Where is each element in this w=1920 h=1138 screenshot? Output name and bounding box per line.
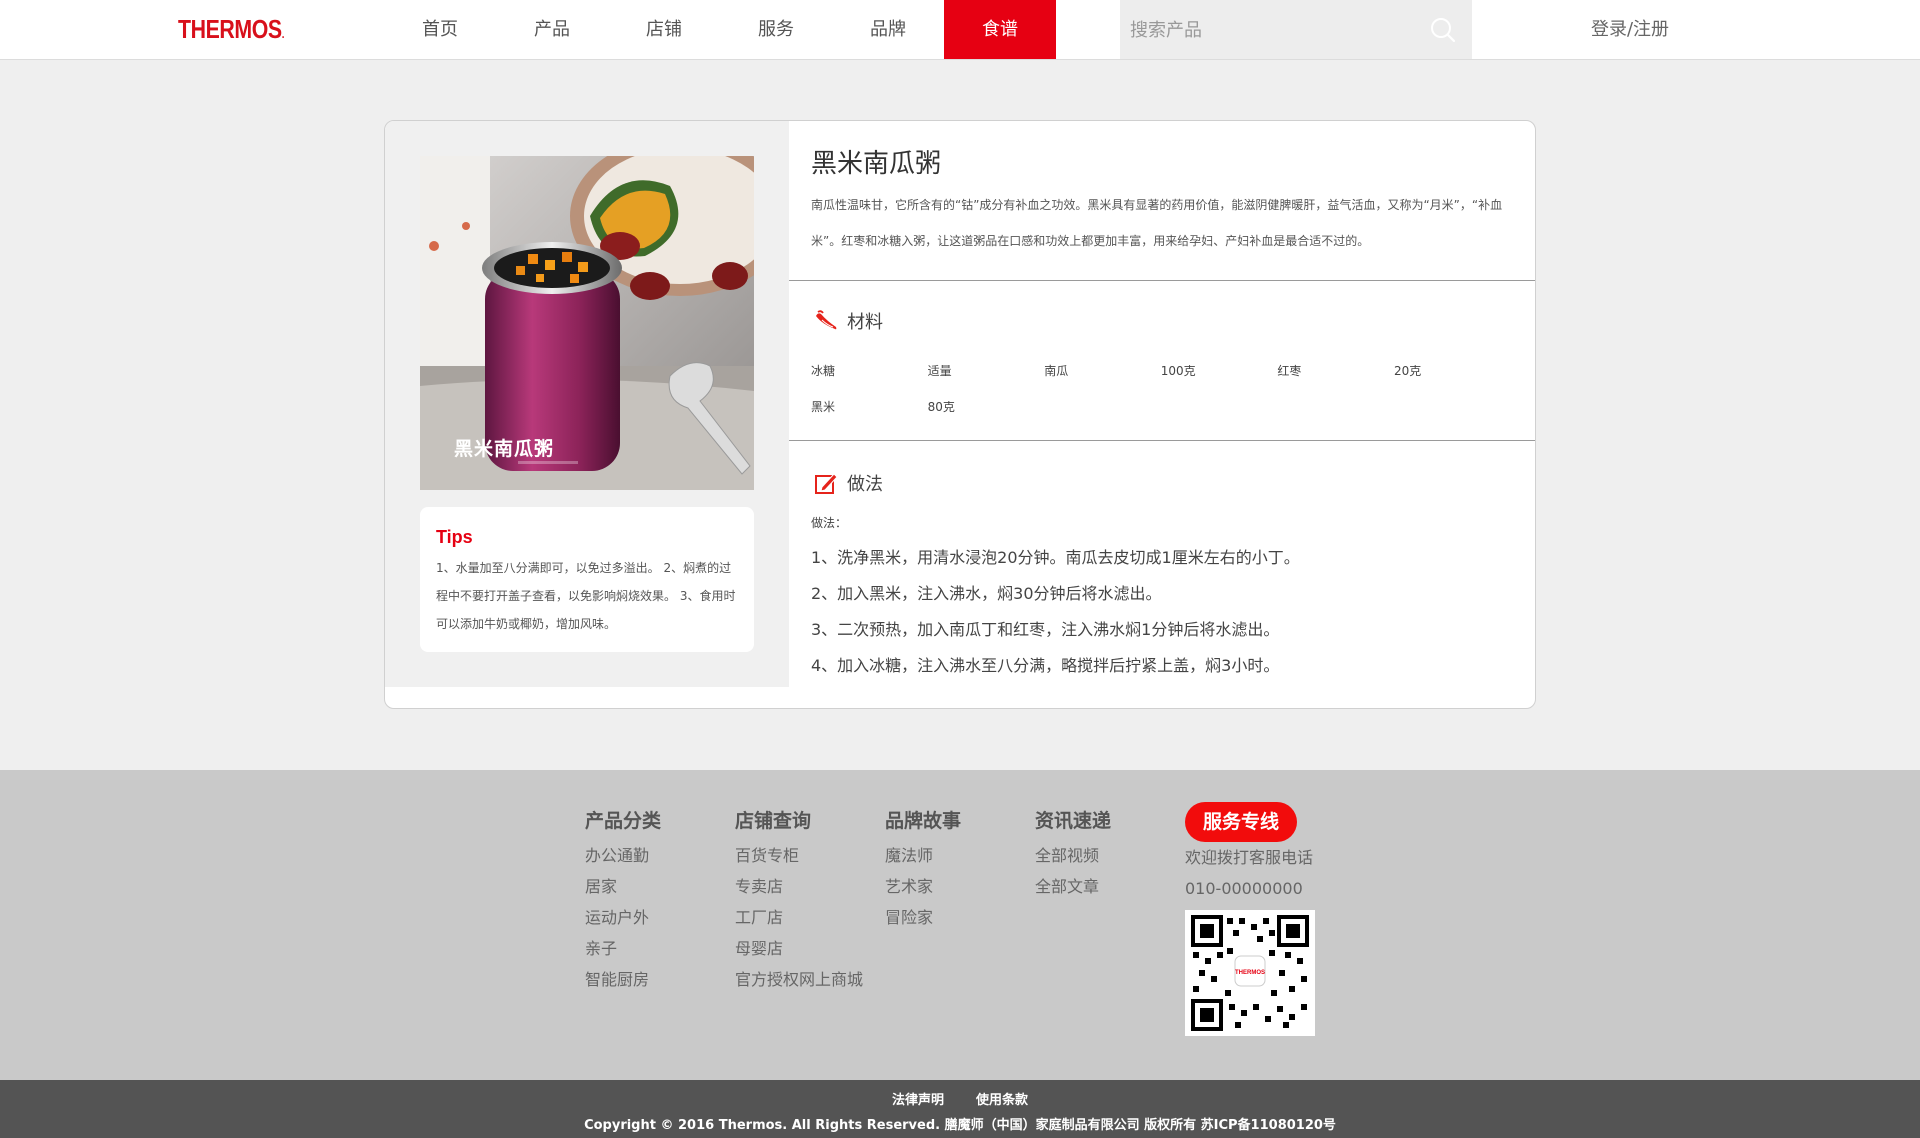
method-step: 3、二次预热，加入南瓜丁和红枣，注入沸水焖1分钟后将水滤出。	[811, 620, 1280, 639]
footer-link[interactable]: 智能厨房	[585, 964, 661, 995]
footer-column-title: 品牌故事	[885, 810, 962, 832]
search-input[interactable]	[1130, 14, 1420, 46]
nav-item-stores[interactable]: 店铺	[608, 0, 720, 59]
footer-column-title: 资讯速递	[1035, 810, 1112, 832]
site-header: THERMOS. 首页 产品 店铺 服务 品牌 食谱 登录/注册	[0, 0, 1920, 60]
thermos-logo[interactable]: THERMOS.	[178, 14, 284, 45]
footer-column-service: 服务专线 欢迎拨打客服电话 010-00000000 THERMOS	[1185, 802, 1315, 1036]
nav-item-products[interactable]: 产品	[496, 0, 608, 59]
nav-item-service[interactable]: 服务	[720, 0, 832, 59]
chili-pepper-icon	[816, 310, 837, 330]
method-title: 做法	[847, 474, 883, 495]
recipe-details: 黑米南瓜粥 南瓜性温味甘，它所含有的“钴”成分有补血之功效。黑米具有显著的药用价…	[789, 121, 1535, 708]
qr-code: THERMOS	[1185, 910, 1315, 1036]
tips-title: Tips	[436, 527, 473, 547]
ingredient-amount: 20克	[1393, 364, 1422, 378]
terms-of-use-link[interactable]: 使用条款	[976, 1093, 1028, 1108]
footer-link[interactable]: 魔法师	[885, 840, 961, 871]
footer-link[interactable]: 官方授权网上商城	[735, 964, 863, 995]
method-steps: 1、洗净黑米，用清水浸泡20分钟。南瓜去皮切成1厘米左右的小丁。 2、加入黑米，…	[811, 540, 1300, 684]
recipe-sidebar: 黑米南瓜粥 Tips 1、水量加至八分满即可，以免过多溢出。 2、焖煮的过程中不…	[385, 121, 789, 687]
footer-link[interactable]: 办公通勤	[585, 840, 661, 871]
ingredient-name: 黑米	[811, 400, 836, 414]
login-register-link[interactable]: 登录/注册	[1560, 0, 1700, 59]
nav-item-home[interactable]: 首页	[384, 0, 496, 59]
ingredient-name: 红枣	[1277, 364, 1302, 378]
method-step: 2、加入黑米，注入沸水，焖30分钟后将水滤出。	[811, 584, 1162, 603]
service-hotline-button[interactable]: 服务专线	[1185, 802, 1297, 842]
recipe-photo: 黑米南瓜粥	[420, 156, 754, 490]
section-divider	[789, 280, 1535, 281]
footer-link[interactable]: 母婴店	[735, 933, 863, 964]
section-divider	[789, 440, 1535, 441]
footer-link[interactable]: 运动户外	[585, 902, 661, 933]
footer-link[interactable]: 居家	[585, 871, 661, 902]
footer-column-brand: 品牌故事 魔法师 艺术家 冒险家	[885, 808, 961, 933]
ingredients-header: 材料	[813, 308, 883, 334]
footer-link[interactable]: 百货专柜	[735, 840, 863, 871]
photo-caption: 黑米南瓜粥	[454, 438, 555, 460]
method-step: 4、加入冰糖，注入沸水至八分满，略搅拌后拧紧上盖，焖3小时。	[811, 656, 1280, 675]
ingredient-amount: 适量	[927, 364, 952, 378]
ingredient-name: 冰糖	[811, 364, 836, 378]
footer-link[interactable]: 专卖店	[735, 871, 863, 902]
recipe-title: 黑米南瓜粥	[811, 149, 942, 179]
legal-bar: 法律声明 使用条款 Copyright © 2016 Thermos. All R…	[0, 1080, 1920, 1138]
nav-item-brand[interactable]: 品牌	[832, 0, 944, 59]
search-icon[interactable]	[1429, 16, 1457, 44]
footer-link[interactable]: 全部文章	[1035, 871, 1111, 902]
footer-column-title: 店铺查询	[735, 810, 812, 832]
footer-column-products: 产品分类 办公通勤 居家 运动户外 亲子 智能厨房	[585, 808, 661, 995]
ingredients-title: 材料	[847, 312, 883, 333]
tips-text: 1、水量加至八分满即可，以免过多溢出。 2、焖煮的过程中不要打开盖子查看，以免影…	[436, 561, 736, 631]
ingredient-amount: 80克	[927, 400, 955, 414]
footer-column-news: 资讯速递 全部视频 全部文章	[1035, 808, 1111, 902]
method-label: 做法：	[811, 516, 848, 530]
ingredient-row: 黑米 80克	[811, 389, 1511, 425]
footer-column-stores: 店铺查询 百货专柜 专卖店 工厂店 母婴店 官方授权网上商城	[735, 808, 863, 995]
qr-logo-text: THERMOS	[1235, 970, 1265, 976]
legal-links: 法律声明 使用条款	[0, 1089, 1920, 1108]
site-footer: 产品分类 办公通勤 居家 运动户外 亲子 智能厨房 店铺查询 百货专柜 专卖店 …	[0, 770, 1920, 1080]
legal-notice-link[interactable]: 法律声明	[892, 1093, 944, 1108]
footer-link[interactable]: 冒险家	[885, 902, 961, 933]
ingredient-amount: 100克	[1160, 364, 1196, 378]
recipe-description: 南瓜性温味甘，它所含有的“钴”成分有补血之功效。黑米具有显著的药用价值，能滋阴健…	[811, 198, 1503, 248]
service-text: 欢迎拨打客服电话	[1185, 848, 1314, 867]
nav-item-recipes[interactable]: 食谱	[944, 0, 1056, 59]
footer-link[interactable]: 工厂店	[735, 902, 863, 933]
method-header: 做法	[813, 470, 883, 496]
copyright-text: Copyright © 2016 Thermos. All Rights Res…	[584, 1118, 1336, 1133]
qr-code-image: THERMOS	[1191, 915, 1309, 1031]
footer-link[interactable]: 亲子	[585, 933, 661, 964]
footer-link[interactable]: 艺术家	[885, 871, 961, 902]
tips-box: Tips 1、水量加至八分满即可，以免过多溢出。 2、焖煮的过程中不要打开盖子查…	[420, 507, 754, 652]
method-step: 1、洗净黑米，用清水浸泡20分钟。南瓜去皮切成1厘米左右的小丁。	[811, 548, 1300, 567]
ingredient-name: 南瓜	[1044, 364, 1069, 378]
edit-icon	[815, 473, 838, 494]
search-box	[1120, 0, 1472, 59]
main-nav: 首页 产品 店铺 服务 品牌 食谱	[384, 0, 1056, 59]
footer-column-title: 产品分类	[585, 810, 662, 832]
service-phone: 010-00000000	[1185, 879, 1303, 898]
ingredient-row: 冰糖 适量 南瓜 100克 红枣 20克	[811, 353, 1511, 389]
ingredients-table: 冰糖 适量 南瓜 100克 红枣 20克 黑米 80克	[811, 353, 1511, 425]
footer-link[interactable]: 全部视频	[1035, 840, 1111, 871]
recipe-card: 黑米南瓜粥 Tips 1、水量加至八分满即可，以免过多溢出。 2、焖煮的过程中不…	[384, 120, 1536, 709]
